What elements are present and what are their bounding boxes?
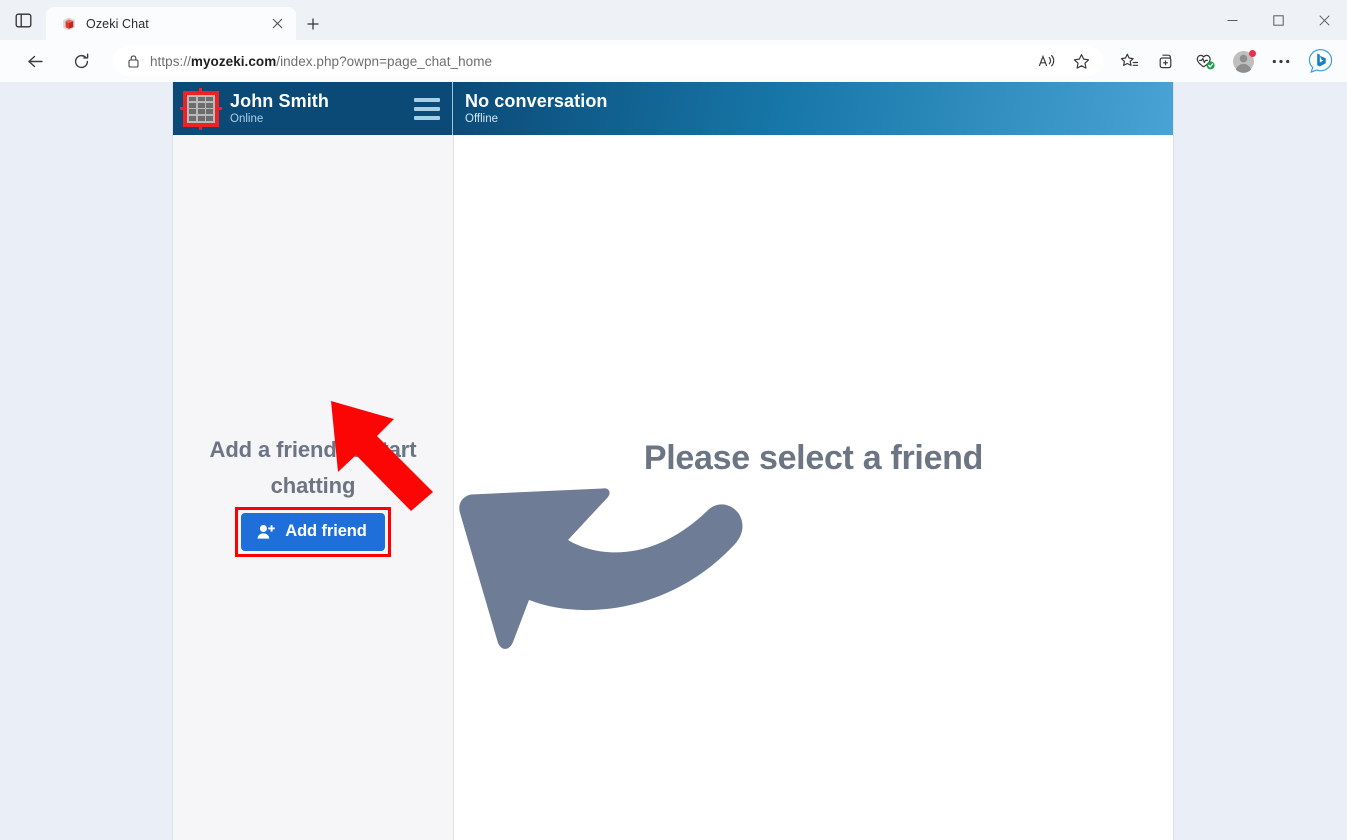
ozeki-chat-app: John Smith Online No conversation Offlin…: [173, 82, 1173, 840]
address-bar[interactable]: https://myozeki.com/index.php?owpn=page_…: [113, 46, 1103, 76]
close-icon[interactable]: [266, 13, 288, 35]
add-friend-wrapper: Add friend: [235, 507, 391, 557]
url-text: https://myozeki.com/index.php?owpn=page_…: [150, 54, 1021, 69]
conversation-panel: Please select a friend: [454, 135, 1173, 840]
window-controls: [1209, 0, 1347, 40]
copilot-bing-icon[interactable]: [1301, 45, 1339, 77]
friends-sidebar: Add a friend to start chatting Add frien…: [173, 135, 454, 840]
person-add-icon: [257, 524, 276, 540]
user-header: John Smith Online: [173, 82, 453, 135]
pixel-grid-avatar-icon[interactable]: [180, 87, 222, 130]
url-scheme: https://: [150, 53, 191, 69]
url-path: /index.php?owpn=page_chat_home: [276, 53, 493, 69]
lock-icon: [127, 54, 140, 68]
profile-icon[interactable]: [1225, 45, 1261, 77]
user-identity: John Smith Online: [230, 91, 403, 126]
new-tab-button[interactable]: [296, 7, 330, 40]
profile-notification-dot: [1249, 50, 1256, 57]
user-name: John Smith: [230, 91, 329, 111]
browser-action-icons: [1111, 45, 1339, 77]
conversation-status: Offline: [465, 113, 499, 125]
back-arrow-icon[interactable]: [17, 45, 53, 77]
favorites-icon[interactable]: [1111, 45, 1147, 77]
add-friend-label: Add friend: [285, 522, 367, 540]
conversation-title: No conversation: [465, 91, 608, 111]
browser-tab[interactable]: Ozeki Chat: [46, 7, 296, 40]
sidebar-empty-state: Add a friend to start chatting Add frien…: [173, 432, 453, 557]
settings-more-icon[interactable]: [1263, 45, 1299, 77]
gray-curved-arrow-left-icon: [459, 488, 743, 649]
window-close-icon[interactable]: [1301, 0, 1347, 40]
user-status: Online: [230, 113, 264, 125]
sidebar-empty-title: Add a friend to start chatting: [209, 437, 417, 498]
chat-app-header: John Smith Online No conversation Offlin…: [173, 82, 1173, 135]
minimize-icon[interactable]: [1209, 0, 1255, 40]
star-icon[interactable]: [1065, 47, 1097, 75]
tab-title: Ozeki Chat: [86, 16, 149, 31]
browser-window: Ozeki Chat https://myozeki.com/index.php…: [0, 0, 1347, 840]
read-aloud-icon[interactable]: [1031, 47, 1063, 75]
conversation-header: No conversation Offline: [453, 82, 1173, 135]
browser-toolbar: https://myozeki.com/index.php?owpn=page_…: [0, 40, 1347, 82]
red-cube-icon: [60, 15, 77, 32]
browser-tab-bar: Ozeki Chat: [0, 0, 1347, 40]
url-domain: myozeki.com: [190, 53, 277, 69]
tab-search-icon[interactable]: [0, 0, 46, 40]
page-viewport: John Smith Online No conversation Offlin…: [0, 82, 1347, 840]
browser-essentials-icon[interactable]: [1187, 45, 1223, 77]
collections-icon[interactable]: [1149, 45, 1185, 77]
maximize-icon[interactable]: [1255, 0, 1301, 40]
chat-app-body: Add a friend to start chatting Add frien…: [173, 135, 1173, 840]
add-friend-button[interactable]: Add friend: [241, 513, 385, 551]
reload-icon[interactable]: [63, 45, 99, 77]
address-bar-actions: [1031, 47, 1097, 75]
hamburger-menu-icon[interactable]: [414, 97, 440, 120]
select-friend-message: Please select a friend: [643, 439, 984, 477]
